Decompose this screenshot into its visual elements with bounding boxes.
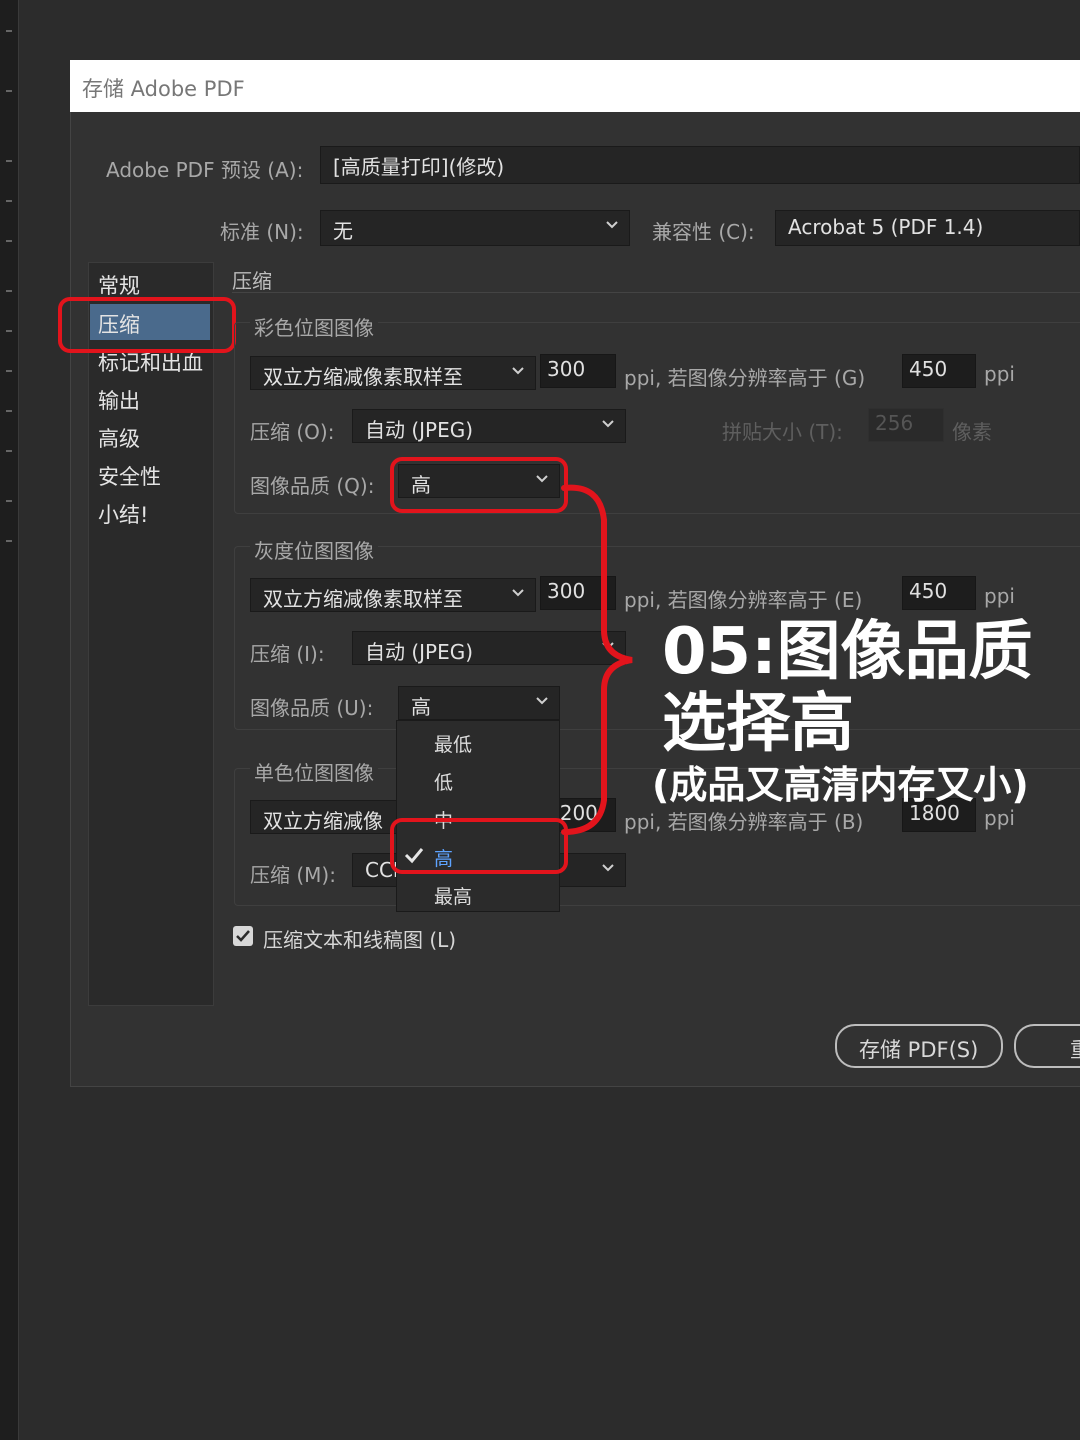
mono-sampling-value: 双立方缩减像 bbox=[263, 809, 383, 833]
cancel-label: 重 bbox=[1070, 1034, 1080, 1064]
color-sampling-dropdown[interactable]: 双立方缩减像素取样至 bbox=[250, 356, 536, 390]
sidebar-item-output[interactable]: 输出 bbox=[98, 385, 140, 415]
sidebar-item-advanced[interactable]: 高级 bbox=[98, 423, 140, 453]
standard-label: 标准 (N): bbox=[220, 220, 304, 244]
gray-compress-label: 压缩 (I): bbox=[250, 642, 325, 666]
cancel-button[interactable]: 重 bbox=[1014, 1024, 1080, 1068]
standard-value: 无 bbox=[333, 219, 353, 243]
chevron-down-icon bbox=[601, 416, 615, 430]
gray-sampling-dropdown[interactable]: 双立方缩减像素取样至 bbox=[250, 578, 536, 612]
panel-tick bbox=[6, 200, 12, 202]
compat-label: 兼容性 (C): bbox=[652, 220, 755, 244]
annotation-subtitle: 选择高 bbox=[662, 687, 854, 761]
panel-tick bbox=[6, 240, 12, 242]
dialog-title: 存储 Adobe PDF bbox=[82, 77, 245, 101]
annotation-note: (成品又高清内存又小) bbox=[652, 763, 1029, 807]
save-pdf-button[interactable]: 存储 PDF(S) bbox=[835, 1024, 1003, 1068]
dialog-titlebar: 存储 Adobe PDF bbox=[70, 60, 1080, 112]
sidebar-item-security[interactable]: 安全性 bbox=[98, 461, 161, 491]
gray-above-label: ppi, 若图像分辨率高于 (E) bbox=[624, 588, 863, 612]
compat-value: Acrobat 5 (PDF 1.4) bbox=[788, 215, 984, 239]
panel-tick bbox=[6, 370, 12, 372]
highlight-color-quality bbox=[390, 457, 568, 513]
gray-above-ppi-input[interactable]: 450 bbox=[902, 576, 976, 610]
color-compress-value: 自动 (JPEG) bbox=[365, 418, 474, 442]
gray-above-ppi-value: 450 bbox=[909, 579, 948, 603]
color-compress-label: 压缩 (O): bbox=[250, 420, 335, 444]
compress-text-checkbox[interactable] bbox=[233, 926, 253, 946]
chevron-down-icon bbox=[511, 585, 525, 599]
panel-tick bbox=[6, 90, 12, 92]
chevron-down-icon bbox=[511, 363, 525, 377]
chevron-down-icon bbox=[535, 693, 549, 707]
panel-tick bbox=[6, 500, 12, 502]
color-ppi-input[interactable]: 300 bbox=[540, 354, 616, 388]
gray-group-title: 灰度位图图像 bbox=[250, 535, 378, 564]
tile-size-label: 拼贴大小 (T): bbox=[722, 420, 843, 444]
annotation-title: 05:图像品质 bbox=[662, 615, 1033, 689]
color-above-unit: ppi bbox=[984, 362, 1015, 386]
gray-compress-value: 自动 (JPEG) bbox=[365, 640, 474, 664]
gray-above-unit: ppi bbox=[984, 584, 1015, 608]
highlight-high-option bbox=[390, 818, 568, 874]
section-title: 压缩 bbox=[232, 269, 272, 293]
annotation-bracket bbox=[561, 484, 633, 835]
panel-tick bbox=[6, 290, 12, 292]
app-left-panel bbox=[0, 0, 19, 1440]
mono-compress-label: 压缩 (M): bbox=[250, 863, 336, 887]
standard-dropdown[interactable]: 无 bbox=[320, 210, 630, 246]
chevron-down-icon bbox=[605, 217, 619, 231]
panel-tick bbox=[6, 30, 12, 32]
mono-above-label: ppi, 若图像分辨率高于 (B) bbox=[624, 810, 864, 834]
preset-dropdown[interactable]: [高质量打印](修改) bbox=[320, 146, 1080, 184]
tile-size-unit: 像素 bbox=[952, 420, 992, 444]
panel-tick bbox=[6, 450, 12, 452]
preset-value: [高质量打印](修改) bbox=[333, 155, 505, 179]
section-divider bbox=[232, 292, 1080, 293]
mono-sampling-dropdown[interactable]: 双立方缩减像 bbox=[250, 800, 410, 834]
color-above-ppi-input[interactable]: 450 bbox=[902, 354, 976, 388]
checkbox-check-icon bbox=[236, 930, 250, 942]
color-above-label: ppi, 若图像分辨率高于 (G) bbox=[624, 366, 866, 390]
mono-group-title: 单色位图图像 bbox=[250, 757, 378, 786]
tile-size-value: 256 bbox=[875, 411, 914, 435]
compat-dropdown[interactable]: Acrobat 5 (PDF 1.4) bbox=[775, 210, 1080, 246]
save-pdf-label: 存储 PDF(S) bbox=[859, 1038, 979, 1062]
sidebar-item-general[interactable]: 常规 bbox=[98, 270, 140, 300]
panel-tick bbox=[6, 540, 12, 542]
chevron-down-icon bbox=[601, 860, 615, 874]
compress-text-label: 压缩文本和线稿图 (L) bbox=[263, 928, 457, 952]
quality-options-menu bbox=[396, 720, 560, 912]
color-compress-dropdown[interactable]: 自动 (JPEG) bbox=[352, 409, 626, 443]
panel-tick bbox=[6, 160, 12, 162]
color-ppi-value: 300 bbox=[547, 357, 586, 381]
sidebar-item-summary[interactable]: 小结! bbox=[98, 499, 148, 529]
gray-quality-value: 高 bbox=[411, 695, 431, 719]
gray-sampling-value: 双立方缩减像素取样至 bbox=[263, 587, 463, 611]
gray-quality-label: 图像品质 (U): bbox=[250, 696, 374, 720]
tile-size-input: 256 bbox=[868, 408, 944, 442]
menu-item-low[interactable]: 低 bbox=[434, 768, 453, 795]
color-quality-label: 图像品质 (Q): bbox=[250, 474, 375, 498]
menu-item-lowest[interactable]: 最低 bbox=[434, 730, 472, 757]
menu-item-highest[interactable]: 最高 bbox=[434, 882, 472, 909]
panel-tick bbox=[6, 330, 12, 332]
panel-tick bbox=[6, 410, 12, 412]
mono-above-unit: ppi bbox=[984, 806, 1015, 830]
preset-label: Adobe PDF 预设 (A): bbox=[106, 158, 304, 182]
highlight-compression-tab bbox=[58, 297, 236, 353]
gray-quality-dropdown[interactable]: 高 bbox=[398, 686, 560, 720]
color-group-title: 彩色位图图像 bbox=[250, 312, 378, 341]
color-sampling-value: 双立方缩减像素取样至 bbox=[263, 365, 463, 389]
color-above-ppi-value: 450 bbox=[909, 357, 948, 381]
